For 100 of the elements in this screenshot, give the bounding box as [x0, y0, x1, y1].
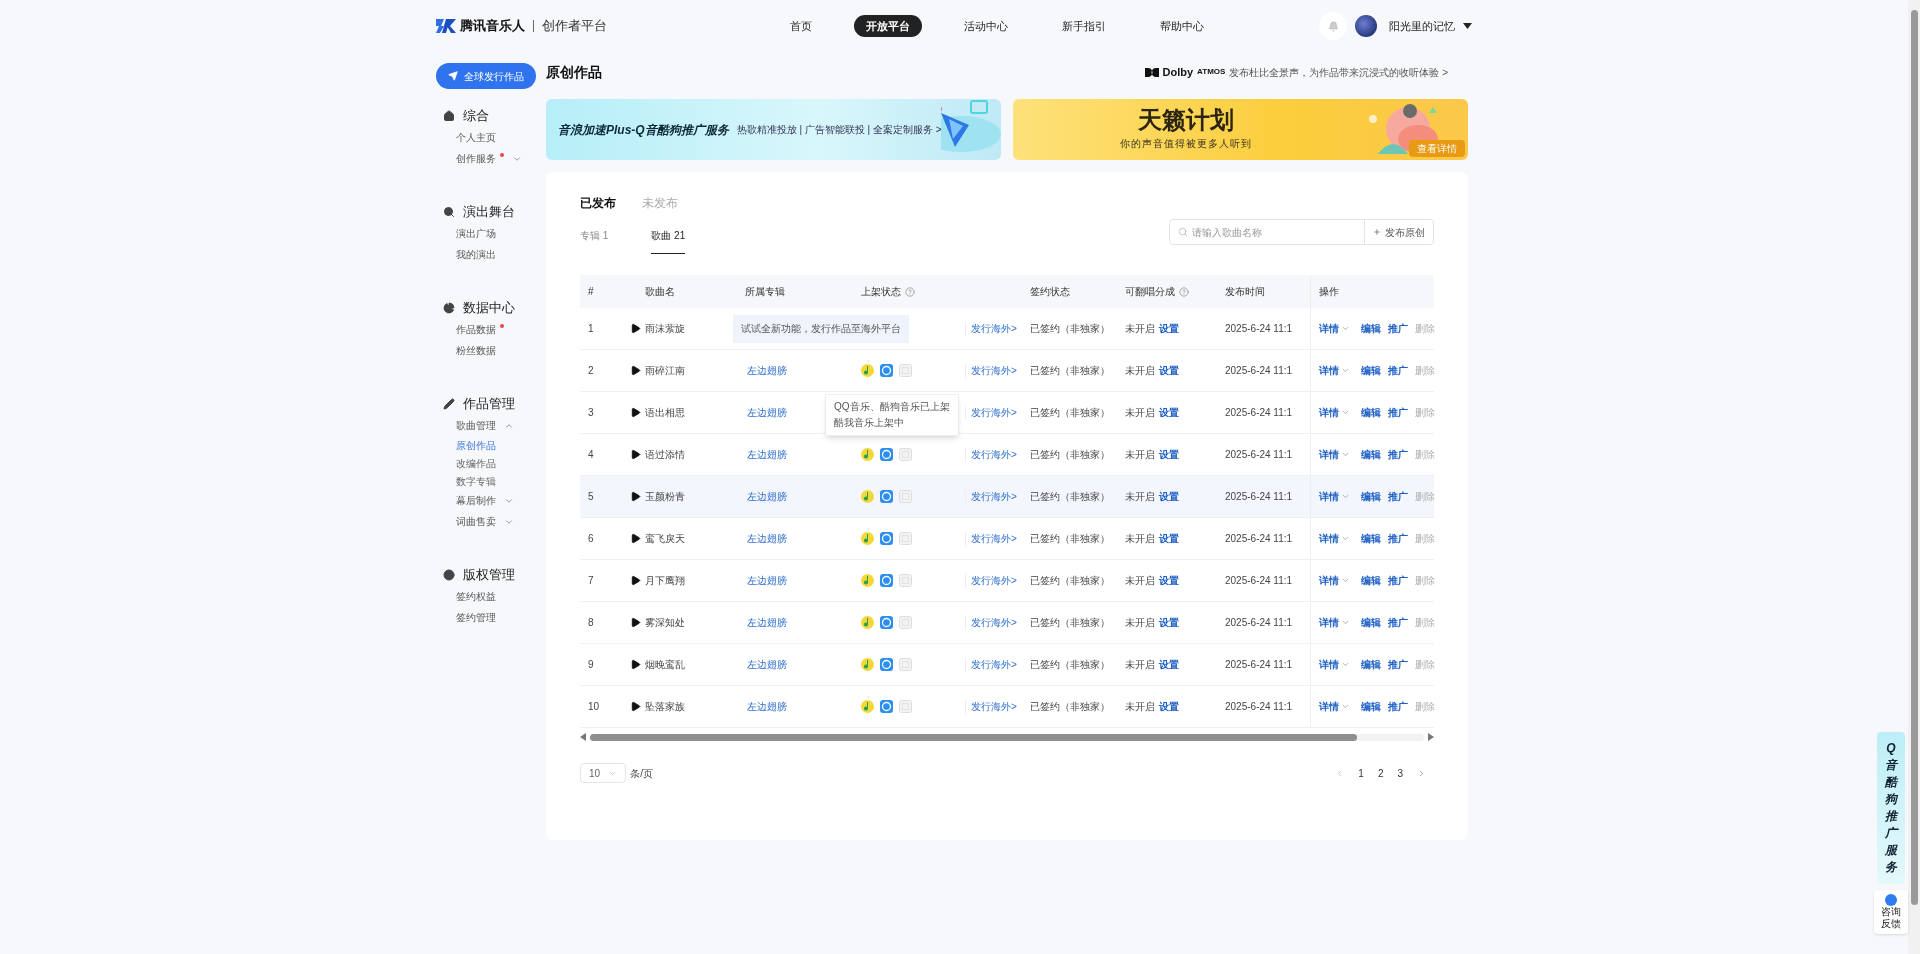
- settings-link[interactable]: 设置: [1159, 573, 1179, 588]
- nav-tab[interactable]: 首页: [778, 15, 824, 37]
- play-icon[interactable]: [630, 323, 641, 334]
- overseas-link[interactable]: 发行海外>: [971, 321, 1017, 336]
- overseas-link[interactable]: 发行海外>: [971, 363, 1017, 378]
- action-link[interactable]: 编辑: [1361, 615, 1381, 630]
- nav-item[interactable]: 作品数据: [456, 322, 504, 337]
- user-name[interactable]: 阳光里的记忆: [1389, 17, 1455, 35]
- chevron-down-icon[interactable]: [1341, 408, 1350, 417]
- publish-original-button[interactable]: 发布原创: [1365, 220, 1433, 244]
- nav-item[interactable]: 词曲售卖: [456, 514, 514, 529]
- play-icon[interactable]: [630, 659, 641, 670]
- album-link[interactable]: 左边翅膀: [745, 531, 825, 546]
- search-bar[interactable]: 请输入歌曲名称 发布原创: [1169, 219, 1434, 245]
- play-icon[interactable]: [630, 701, 641, 712]
- page-number[interactable]: 3: [1397, 765, 1403, 781]
- promo-banner[interactable]: 天籁计划 你的声音值得被更多人听到 查看详情: [1013, 99, 1468, 160]
- chevron-down-icon[interactable]: [1341, 450, 1350, 459]
- action-link[interactable]: 推广: [1388, 363, 1408, 378]
- action-link[interactable]: 推广: [1388, 615, 1408, 630]
- action-link[interactable]: 详情: [1319, 657, 1339, 672]
- vertical-scrollbar[interactable]: [1908, 0, 1920, 954]
- action-link[interactable]: 详情: [1319, 573, 1339, 588]
- dolby-promo-link[interactable]: 发布杜比全景声，为作品带来沉浸式的收听体验 >: [1229, 64, 1448, 80]
- settings-link[interactable]: 设置: [1159, 363, 1179, 378]
- horizontal-scrollbar[interactable]: [590, 733, 1424, 741]
- action-link[interactable]: 推广: [1388, 321, 1408, 336]
- type-tab[interactable]: 专辑 1: [580, 224, 609, 254]
- album-link[interactable]: 左边翅膀: [745, 573, 825, 588]
- overseas-link[interactable]: 发行海外>: [971, 489, 1017, 504]
- settings-link[interactable]: 设置: [1159, 447, 1179, 462]
- notification-button[interactable]: [1319, 12, 1347, 40]
- chevron-down-icon[interactable]: [1341, 366, 1350, 375]
- action-link[interactable]: 详情: [1319, 489, 1339, 504]
- nav-tab[interactable]: 新手指引: [1050, 15, 1118, 37]
- type-tab[interactable]: 歌曲 21: [651, 224, 686, 254]
- play-icon[interactable]: [630, 449, 641, 460]
- nav-item[interactable]: 创作服务: [456, 151, 522, 166]
- promo-banner[interactable]: 音浪加速Plus-Q音酷狗推广服务 热歌精准投放 | 广告智能联投 | 全案定制服务 >: [546, 99, 1001, 160]
- action-link[interactable]: 编辑: [1361, 321, 1381, 336]
- action-link[interactable]: 推广: [1388, 573, 1408, 588]
- help-icon[interactable]: [1179, 286, 1189, 297]
- scroll-left-icon[interactable]: [580, 733, 586, 741]
- nav-tab[interactable]: 帮助中心: [1148, 15, 1216, 37]
- settings-link[interactable]: 设置: [1159, 321, 1179, 336]
- nav-tab[interactable]: 开放平台: [854, 15, 922, 37]
- feedback-button[interactable]: 咨询反馈: [1874, 890, 1908, 934]
- chevron-down-icon[interactable]: [1341, 660, 1350, 669]
- global-publish-button[interactable]: 全球发行作品: [436, 63, 536, 89]
- action-link[interactable]: 详情: [1319, 699, 1339, 714]
- nav-item[interactable]: 个人主页: [456, 130, 496, 145]
- overseas-link[interactable]: 发行海外>: [971, 615, 1017, 630]
- nav-item[interactable]: 演出广场: [456, 226, 496, 241]
- action-link[interactable]: 推广: [1388, 447, 1408, 462]
- chevron-down-icon[interactable]: [1341, 534, 1350, 543]
- chevron-down-icon[interactable]: [1341, 324, 1350, 333]
- action-link[interactable]: 推广: [1388, 531, 1408, 546]
- settings-link[interactable]: 设置: [1159, 489, 1179, 504]
- album-link[interactable]: 左边翅膀: [745, 363, 825, 378]
- action-link[interactable]: 详情: [1319, 321, 1339, 336]
- action-link[interactable]: 编辑: [1361, 699, 1381, 714]
- action-link[interactable]: 编辑: [1361, 657, 1381, 672]
- action-link[interactable]: 编辑: [1361, 363, 1381, 378]
- play-icon[interactable]: [630, 365, 641, 376]
- action-link[interactable]: 编辑: [1361, 447, 1381, 462]
- action-link[interactable]: 推广: [1388, 699, 1408, 714]
- page-number[interactable]: 2: [1377, 765, 1384, 781]
- next-page-icon[interactable]: [1417, 768, 1426, 778]
- action-link[interactable]: 详情: [1319, 447, 1339, 462]
- nav-item[interactable]: 签约权益: [456, 589, 496, 604]
- status-tab[interactable]: 已发布: [580, 194, 616, 212]
- play-icon[interactable]: [630, 407, 641, 418]
- chevron-down-icon[interactable]: [1341, 492, 1350, 501]
- search-input[interactable]: 请输入歌曲名称: [1192, 224, 1364, 240]
- overseas-link[interactable]: 发行海外>: [971, 657, 1017, 672]
- settings-link[interactable]: 设置: [1159, 699, 1179, 714]
- album-link[interactable]: 左边翅膀: [745, 699, 825, 714]
- action-link[interactable]: 编辑: [1361, 489, 1381, 504]
- settings-link[interactable]: 设置: [1159, 405, 1179, 420]
- settings-link[interactable]: 设置: [1159, 531, 1179, 546]
- album-link[interactable]: 左边翅膀: [745, 405, 825, 420]
- overseas-link[interactable]: 发行海外>: [971, 447, 1017, 462]
- chevron-down-icon[interactable]: [1341, 702, 1350, 711]
- play-icon[interactable]: [630, 491, 641, 502]
- play-icon[interactable]: [630, 575, 641, 586]
- album-link[interactable]: 左边翅膀: [745, 447, 825, 462]
- nav-item[interactable]: 原创作品: [456, 437, 496, 453]
- overseas-link[interactable]: 发行海外>: [971, 531, 1017, 546]
- action-link[interactable]: 推广: [1388, 405, 1408, 420]
- action-link[interactable]: 详情: [1319, 615, 1339, 630]
- action-link[interactable]: 详情: [1319, 363, 1339, 378]
- overseas-link[interactable]: 发行海外>: [971, 405, 1017, 420]
- album-link[interactable]: 左边翅膀: [745, 489, 825, 504]
- action-link[interactable]: 编辑: [1361, 405, 1381, 420]
- page-size-select[interactable]: 10: [580, 763, 627, 783]
- nav-tab[interactable]: 活动中心: [952, 15, 1020, 37]
- scroll-right-icon[interactable]: [1428, 733, 1434, 741]
- nav-item[interactable]: 歌曲管理: [456, 418, 514, 433]
- album-link[interactable]: 左边翅膀: [745, 657, 825, 672]
- nav-item[interactable]: 幕后制作: [456, 493, 514, 508]
